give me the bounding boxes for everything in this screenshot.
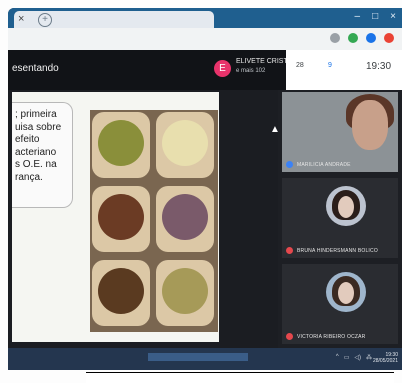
participant-name: MARILICIA ANDRADE <box>297 161 351 168</box>
browser-tab[interactable]: × + <box>14 11 214 28</box>
slide-line: s O.E. na <box>15 159 57 170</box>
chat-count[interactable]: 9 <box>328 62 332 69</box>
meet-top-bar: esentando E ELIVETE CRISTI... e mais 102… <box>8 50 402 90</box>
address-bar[interactable] <box>8 28 402 50</box>
extension-icons <box>330 33 394 43</box>
tray-volume-icon[interactable]: ◁) <box>354 354 361 361</box>
herb-bag <box>156 186 214 252</box>
slide-line: rança. <box>15 171 43 183</box>
herb-bag <box>92 260 150 326</box>
extension-icon[interactable] <box>384 33 394 43</box>
participants-panel: MARILICIA ANDRADE BRUNA HINDERSMANN BOLI… <box>278 90 402 348</box>
presentation-slide: ; primeira uisa sobre efeito acteriano s… <box>12 92 219 342</box>
extension-icon[interactable] <box>330 33 340 43</box>
slide-text-box: ; primeira uisa sobre efeito acteriano s… <box>12 102 73 208</box>
presenter-avatar: E <box>214 60 231 77</box>
close-icon[interactable]: × <box>18 12 24 27</box>
taskbar-date: 28/05/2021 <box>372 358 398 364</box>
bottom-paper <box>86 372 394 383</box>
meet-clock: 19:30 <box>366 61 392 72</box>
minimize-icon[interactable]: – <box>355 11 361 22</box>
herb-bag <box>92 186 150 252</box>
tray-chevron-icon[interactable]: ^ <box>336 354 339 361</box>
herb-bag <box>92 112 150 178</box>
taskbar-clock: 19:30 28/05/2021 <box>373 352 398 364</box>
meet-controls: 28 9 19:30 <box>286 50 402 90</box>
tray-battery-icon[interactable]: ▭ <box>344 354 350 361</box>
participant-tile[interactable]: BRUNA HINDERSMANN BOLICO <box>282 178 398 258</box>
mic-muted-icon <box>286 247 293 254</box>
participant-video-face <box>352 100 388 150</box>
participant-name: VICTORIA RIBEIRO OCZAR <box>297 333 366 340</box>
mic-icon <box>286 161 293 168</box>
presenting-label: esentando <box>12 63 59 74</box>
avatar <box>326 186 366 226</box>
photo-frame: × + – □ × esentando E ELIVETE CRISTI... … <box>0 0 402 383</box>
browser-tabbar: × + – □ × <box>8 8 402 28</box>
extension-icon[interactable] <box>348 33 358 43</box>
mic-muted-icon <box>286 333 293 340</box>
maximize-icon[interactable]: □ <box>372 11 378 22</box>
people-count[interactable]: 28 <box>296 62 304 69</box>
participant-tile[interactable]: VICTORIA RIBEIRO OCZAR <box>282 264 398 344</box>
new-tab-icon[interactable]: + <box>38 13 52 27</box>
os-taskbar: ^ ▭ ◁) ⁂ 19:30 28/05/2021 <box>8 348 402 370</box>
participant-name-row: BRUNA HINDERSMANN BOLICO <box>286 247 378 254</box>
herbs-photo <box>90 110 218 332</box>
herb-bag <box>156 260 214 326</box>
extension-icon[interactable] <box>366 33 376 43</box>
monitor-screen: × + – □ × esentando E ELIVETE CRISTI... … <box>8 8 402 370</box>
presentation-stage: ; primeira uisa sobre efeito acteriano s… <box>8 90 280 348</box>
slide-line: uisa sobre <box>15 121 62 133</box>
slide-line: acteriano <box>15 146 57 158</box>
window-controls: – □ × <box>355 11 396 22</box>
taskbar-active-app[interactable] <box>148 353 248 361</box>
slide-line: ; primeira <box>15 109 57 120</box>
herb-bag <box>156 112 214 178</box>
slide-line: efeito <box>15 134 40 145</box>
avatar <box>326 272 366 312</box>
participant-name-row: VICTORIA RIBEIRO OCZAR <box>286 333 366 340</box>
presenter-more: e mais 102 <box>236 68 266 74</box>
close-window-icon[interactable]: × <box>390 11 396 22</box>
system-tray: ^ ▭ ◁) ⁂ <box>336 354 372 361</box>
participant-name: BRUNA HINDERSMANN BOLICO <box>297 247 378 254</box>
participant-tile[interactable]: MARILICIA ANDRADE <box>282 92 398 172</box>
tray-network-icon[interactable]: ⁂ <box>366 354 372 361</box>
participant-name-row: MARILICIA ANDRADE <box>286 161 351 168</box>
